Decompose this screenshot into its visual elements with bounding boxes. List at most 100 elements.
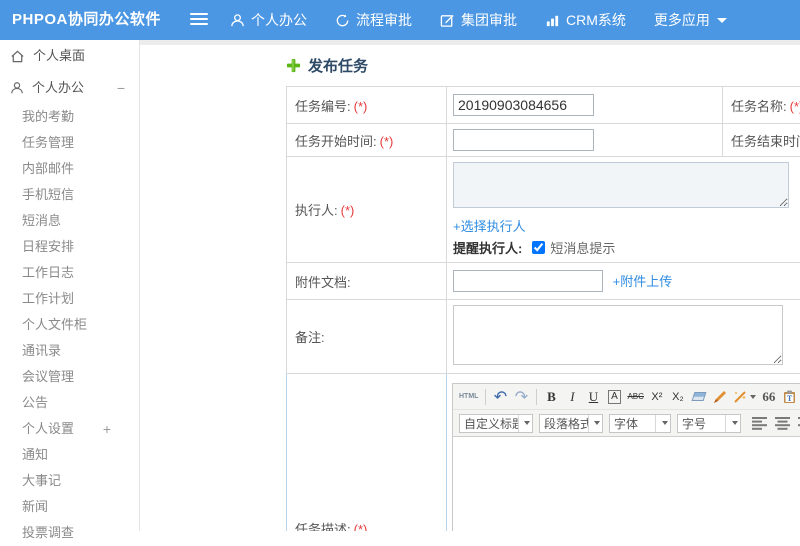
required-mark: (*) (354, 99, 368, 114)
font-size-dropdown[interactable]: 字号 (677, 414, 741, 433)
sidebar-item-sms[interactable]: 手机短信 (0, 182, 139, 208)
menu-icon[interactable] (190, 13, 208, 27)
nav-crm-system[interactable]: CRM系统 (545, 10, 626, 30)
editor-toolbar-row2: 自定义标题 段落格式 字体 字号 (453, 410, 800, 437)
task-no-label: 任务编号:(*) (287, 87, 447, 124)
task-name-label: 任务名称:(*) (723, 87, 800, 124)
executor-label: 执行人:(*) (287, 157, 447, 263)
app-logo: PHPOA协同办公软件 (12, 0, 161, 40)
align-left-icon[interactable] (751, 413, 767, 433)
home-icon (10, 49, 25, 64)
content-top-strip (140, 40, 800, 45)
toolbar-separator (536, 389, 537, 405)
caret-down-icon (750, 395, 756, 399)
page-title: 发布任务 (286, 55, 368, 76)
rich-text-editor: HTML ↶ ↷ B I U A ABC X² X₂ (452, 383, 800, 531)
user-icon (10, 81, 24, 95)
undo-icon[interactable]: ↶ (492, 387, 508, 407)
attachment-input[interactable] (453, 270, 603, 292)
sidebar-item-schedule[interactable]: 日程安排 (0, 234, 139, 260)
required-mark: (*) (380, 134, 394, 149)
end-time-label: 任务结束时间:(*) (723, 124, 800, 157)
italic-button[interactable]: I (564, 387, 580, 407)
eraser-icon[interactable] (691, 387, 707, 407)
task-no-input[interactable] (453, 94, 594, 116)
top-header: PHPOA协同办公软件 个人办公 流程审批 集团审批 CRM系统 (0, 0, 800, 40)
required-mark: (*) (790, 99, 800, 114)
add-plus-icon (286, 58, 301, 73)
blockquote-button[interactable]: 66 (761, 387, 777, 407)
bar-chart-icon (545, 13, 560, 28)
table-row: 执行人:(*) +选择执行人 提醒执行人: 短消息提示 (287, 157, 800, 263)
attachment-upload-link[interactable]: +附件上传 (613, 274, 673, 289)
bold-button[interactable]: B (543, 387, 559, 407)
edit-icon (440, 13, 455, 28)
align-center-icon[interactable] (774, 413, 790, 433)
wand-icon[interactable] (733, 387, 756, 407)
sidebar-item-file-cabinet[interactable]: 个人文件柜 (0, 312, 139, 338)
source-code-button[interactable]: HTML (459, 387, 478, 407)
caret-down-icon (732, 421, 738, 425)
superscript-button[interactable]: X² (649, 387, 665, 407)
sms-remind-checkbox[interactable] (532, 241, 545, 254)
sidebar-item-contacts[interactable]: 通讯录 (0, 338, 139, 364)
redo-icon[interactable]: ↷ (513, 387, 529, 407)
strikethrough-button[interactable]: ABC (627, 387, 643, 407)
remark-label: 备注: (287, 300, 447, 374)
start-time-label: 任务开始时间:(*) (287, 124, 447, 157)
main-content: 发布任务 任务编号:(*) 任务名称:(*) 任务开始时间:(*) 任务结束时间… (140, 40, 800, 531)
svg-text:T: T (787, 394, 793, 403)
nav-group-approval[interactable]: 集团审批 (440, 10, 517, 30)
toolbar-separator (485, 389, 486, 405)
underline-button[interactable]: U (585, 387, 601, 407)
paragraph-format-dropdown[interactable]: 段落格式 (539, 414, 603, 433)
task-description-label: 任务描述:(*) (287, 374, 447, 532)
sidebar-item-news[interactable]: 新闻 (0, 494, 139, 520)
sidebar-item-personal-settings[interactable]: 个人设置 + (0, 416, 139, 442)
caret-down-icon (524, 421, 530, 425)
brush-icon[interactable] (712, 387, 728, 407)
sidebar-item-desktop[interactable]: 个人桌面 (0, 40, 139, 72)
start-time-input[interactable] (453, 129, 594, 151)
custom-heading-dropdown[interactable]: 自定义标题 (459, 414, 533, 433)
caret-down-icon (662, 421, 668, 425)
sidebar-item-announcement[interactable]: 公告 (0, 390, 139, 416)
required-mark: (*) (341, 203, 355, 218)
paste-icon[interactable]: T (782, 387, 798, 407)
sidebar-item-work-log[interactable]: 工作日志 (0, 260, 139, 286)
remind-executor-label: 提醒执行人: (453, 238, 522, 257)
table-row: 任务开始时间:(*) 任务结束时间:(*) (287, 124, 800, 157)
sidebar-item-personal-office[interactable]: 个人办公 − (0, 72, 139, 104)
required-mark: (*) (354, 522, 368, 531)
sidebar-item-work-plan[interactable]: 工作计划 (0, 286, 139, 312)
sidebar-item-meeting[interactable]: 会议管理 (0, 364, 139, 390)
sidebar-item-vote[interactable]: 投票调查 (0, 520, 139, 546)
sms-option-label: 短消息提示 (550, 238, 615, 257)
sidebar-item-attendance[interactable]: 我的考勤 (0, 104, 139, 130)
workflow-icon (335, 13, 350, 28)
executor-textarea[interactable] (453, 162, 789, 208)
nav-personal-office[interactable]: 个人办公 (230, 10, 307, 30)
publish-task-form: 任务编号:(*) 任务名称:(*) 任务开始时间:(*) 任务结束时间:(*) … (286, 86, 800, 531)
font-family-dropdown[interactable]: 字体 (609, 414, 671, 433)
table-row: 任务编号:(*) 任务名称:(*) (287, 87, 800, 124)
table-row: 备注: (287, 300, 800, 374)
caret-down-icon (594, 421, 600, 425)
sidebar-item-events[interactable]: 大事记 (0, 468, 139, 494)
collapse-minus-icon[interactable]: − (117, 72, 125, 104)
sidebar-item-notice[interactable]: 通知 (0, 442, 139, 468)
editor-content-area[interactable] (453, 437, 800, 531)
sidebar-item-internal-mail[interactable]: 内部邮件 (0, 156, 139, 182)
table-row: 任务描述:(*) HTML ↶ ↷ B I U A ABC X (287, 374, 800, 532)
nav-more-apps[interactable]: 更多应用 (654, 10, 727, 30)
sidebar-item-task-management[interactable]: 任务管理 (0, 130, 139, 156)
attachment-label: 附件文档: (287, 263, 447, 300)
remark-textarea[interactable] (453, 305, 783, 365)
nav-workflow-approval[interactable]: 流程审批 (335, 10, 412, 30)
subscript-button[interactable]: X₂ (670, 387, 686, 407)
expand-plus-icon[interactable]: + (103, 416, 111, 442)
font-style-button[interactable]: A (608, 390, 621, 404)
select-executor-link[interactable]: +选择执行人 (453, 219, 526, 234)
sidebar-item-short-message[interactable]: 短消息 (0, 208, 139, 234)
table-row: 附件文档: +附件上传 (287, 263, 800, 300)
